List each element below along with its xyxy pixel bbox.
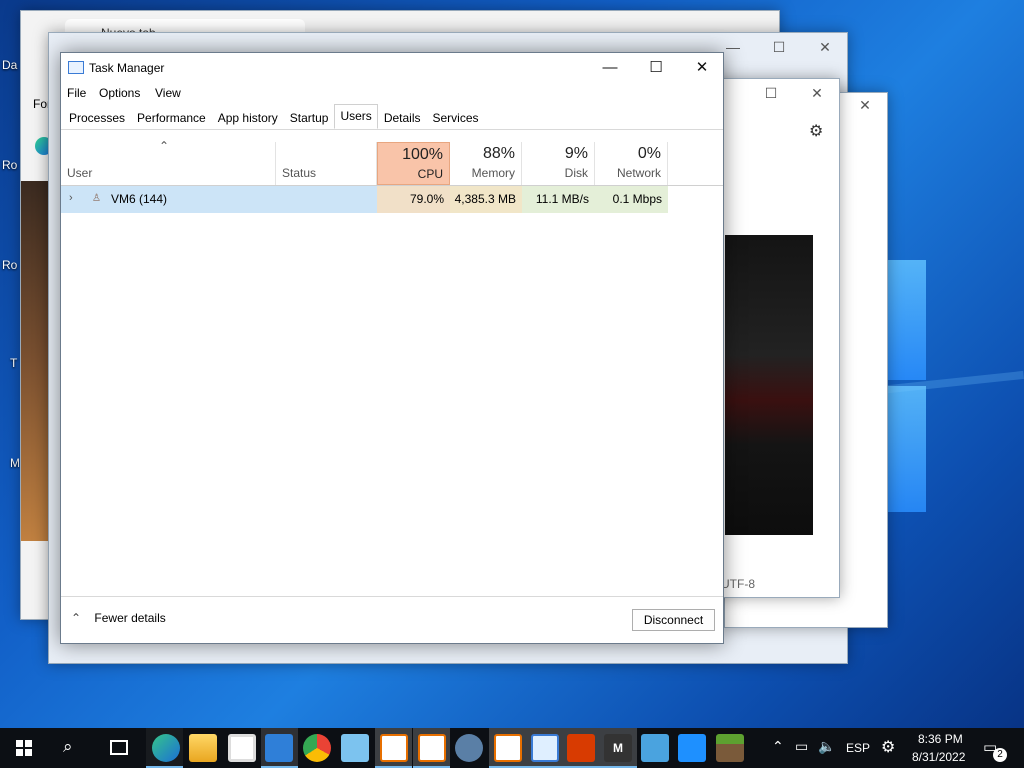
java-icon[interactable] <box>380 734 408 762</box>
tab-startup[interactable]: Startup <box>284 106 335 129</box>
language-indicator[interactable]: ESP <box>846 741 870 755</box>
volume-icon[interactable]: 🔈 <box>818 738 835 755</box>
chrome-icon[interactable] <box>303 734 331 762</box>
chevron-up-icon[interactable]: ⌃ <box>772 738 784 755</box>
disconnect-button[interactable]: Disconnect <box>632 609 715 631</box>
edge-icon[interactable] <box>152 734 180 762</box>
column-memory[interactable]: 88% Memory <box>450 142 522 185</box>
tab-users[interactable]: Users <box>334 104 378 129</box>
tab-processes[interactable]: Processes <box>63 106 131 129</box>
disk-value: 11.1 MB/s <box>522 186 595 213</box>
menu-options[interactable]: Options <box>99 86 140 100</box>
desktop-icon-label[interactable]: M <box>10 456 20 470</box>
column-user[interactable]: User <box>61 142 276 185</box>
user-status <box>276 186 377 213</box>
start-icon[interactable] <box>16 740 32 756</box>
tab-services[interactable]: Services <box>427 106 485 129</box>
minimize-icon[interactable]: — <box>723 39 743 55</box>
search-icon[interactable]: ⌕ <box>63 737 73 757</box>
network-percent: 0% <box>637 145 661 162</box>
desktop-icon-label[interactable]: Ro <box>2 158 17 172</box>
fewer-details-label: Fewer details <box>94 611 166 625</box>
windows-logo-bottom <box>888 386 926 512</box>
network-label: Network <box>616 166 661 180</box>
desktop-icon-label[interactable]: T <box>10 356 17 370</box>
windows-logo-top <box>888 260 926 380</box>
minecraft-icon[interactable] <box>716 734 744 762</box>
fewer-details-button[interactable]: ⌃ Fewer details <box>71 611 166 625</box>
expand-chevron-icon[interactable]: › <box>69 192 73 204</box>
memory-value: 4,385.3 MB <box>450 186 522 213</box>
clock-date[interactable]: 8/31/2022 <box>912 750 965 764</box>
cpu-percent: 100% <box>402 146 443 163</box>
memory-percent: 88% <box>482 145 515 162</box>
task-manager-icon <box>68 61 84 74</box>
notepad-icon[interactable] <box>341 734 369 762</box>
java-icon[interactable] <box>494 734 522 762</box>
tab-app-history[interactable]: App history <box>212 106 284 129</box>
task-manager-icon[interactable] <box>531 734 559 762</box>
utf-label: UTF-8 <box>721 577 755 591</box>
column-status[interactable]: Status <box>276 142 377 185</box>
column-cpu[interactable]: 100% CPU <box>377 142 450 185</box>
office-icon[interactable] <box>567 734 595 762</box>
disk-percent: 9% <box>564 145 588 162</box>
desktop-wallpaper-image <box>21 181 49 541</box>
store-icon[interactable] <box>228 734 256 762</box>
network-icon[interactable]: ▭ <box>795 738 808 755</box>
file-explorer-icon[interactable] <box>189 734 217 762</box>
maximize-button[interactable]: ☐ <box>633 57 679 81</box>
windows-app-icon[interactable] <box>678 734 706 762</box>
m-app-icon[interactable]: M <box>604 734 632 762</box>
column-network[interactable]: 0% Network <box>595 142 668 185</box>
cpu-label: CPU <box>417 167 443 181</box>
menu-file[interactable]: File <box>67 86 86 100</box>
notification-badge: 2 <box>993 748 1007 762</box>
network-value: 0.1 Mbps <box>595 186 668 213</box>
tab-divider <box>61 129 723 130</box>
java-icon[interactable] <box>418 734 446 762</box>
task-view-icon[interactable] <box>110 740 128 755</box>
column-disk[interactable]: 9% Disk <box>522 142 595 185</box>
cpu-value: 79.0% <box>377 186 450 213</box>
desktop-icon-label[interactable]: Ro <box>2 258 17 272</box>
gear-icon[interactable]: ⚙ <box>881 737 895 757</box>
gear-icon[interactable]: ⚙ <box>809 121 823 141</box>
image-preview <box>725 235 813 535</box>
maximize-icon[interactable]: ☐ <box>769 39 789 56</box>
window-title: Task Manager <box>89 61 165 75</box>
mail-icon[interactable] <box>265 734 293 762</box>
close-icon[interactable]: ✕ <box>855 97 875 114</box>
table-row[interactable]: › ♙ VM6 (144) 79.0% 4,385.3 MB 11.1 MB/s… <box>61 186 668 213</box>
close-icon[interactable]: ✕ <box>807 85 827 102</box>
clock-time[interactable]: 8:36 PM <box>918 732 963 746</box>
desktop-icon-label[interactable]: Da <box>2 58 17 72</box>
tab-performance[interactable]: Performance <box>131 106 212 129</box>
column-user-label: User <box>67 166 93 180</box>
memory-label: Memory <box>471 166 515 180</box>
tab-bar: Processes Performance App history Startu… <box>63 104 485 129</box>
control-panel-icon[interactable] <box>641 734 669 762</box>
settings-icon[interactable] <box>455 734 483 762</box>
tab-details[interactable]: Details <box>378 106 427 129</box>
menu-view[interactable]: View <box>155 86 181 100</box>
minimize-button[interactable]: — <box>587 57 633 81</box>
chevron-up-icon: ⌃ <box>71 611 82 625</box>
footer-divider <box>61 596 723 597</box>
user-icon: ♙ <box>92 193 101 204</box>
user-name: VM6 (144) <box>111 192 168 206</box>
task-manager-window[interactable]: Task Manager — ☐ ✕ File Options View Pro… <box>60 52 724 644</box>
maximize-icon[interactable]: ☐ <box>761 85 781 102</box>
column-status-label: Status <box>282 166 317 180</box>
close-icon[interactable]: ✕ <box>815 39 835 56</box>
disk-label: Disk <box>564 166 588 180</box>
close-button[interactable]: ✕ <box>679 57 725 81</box>
